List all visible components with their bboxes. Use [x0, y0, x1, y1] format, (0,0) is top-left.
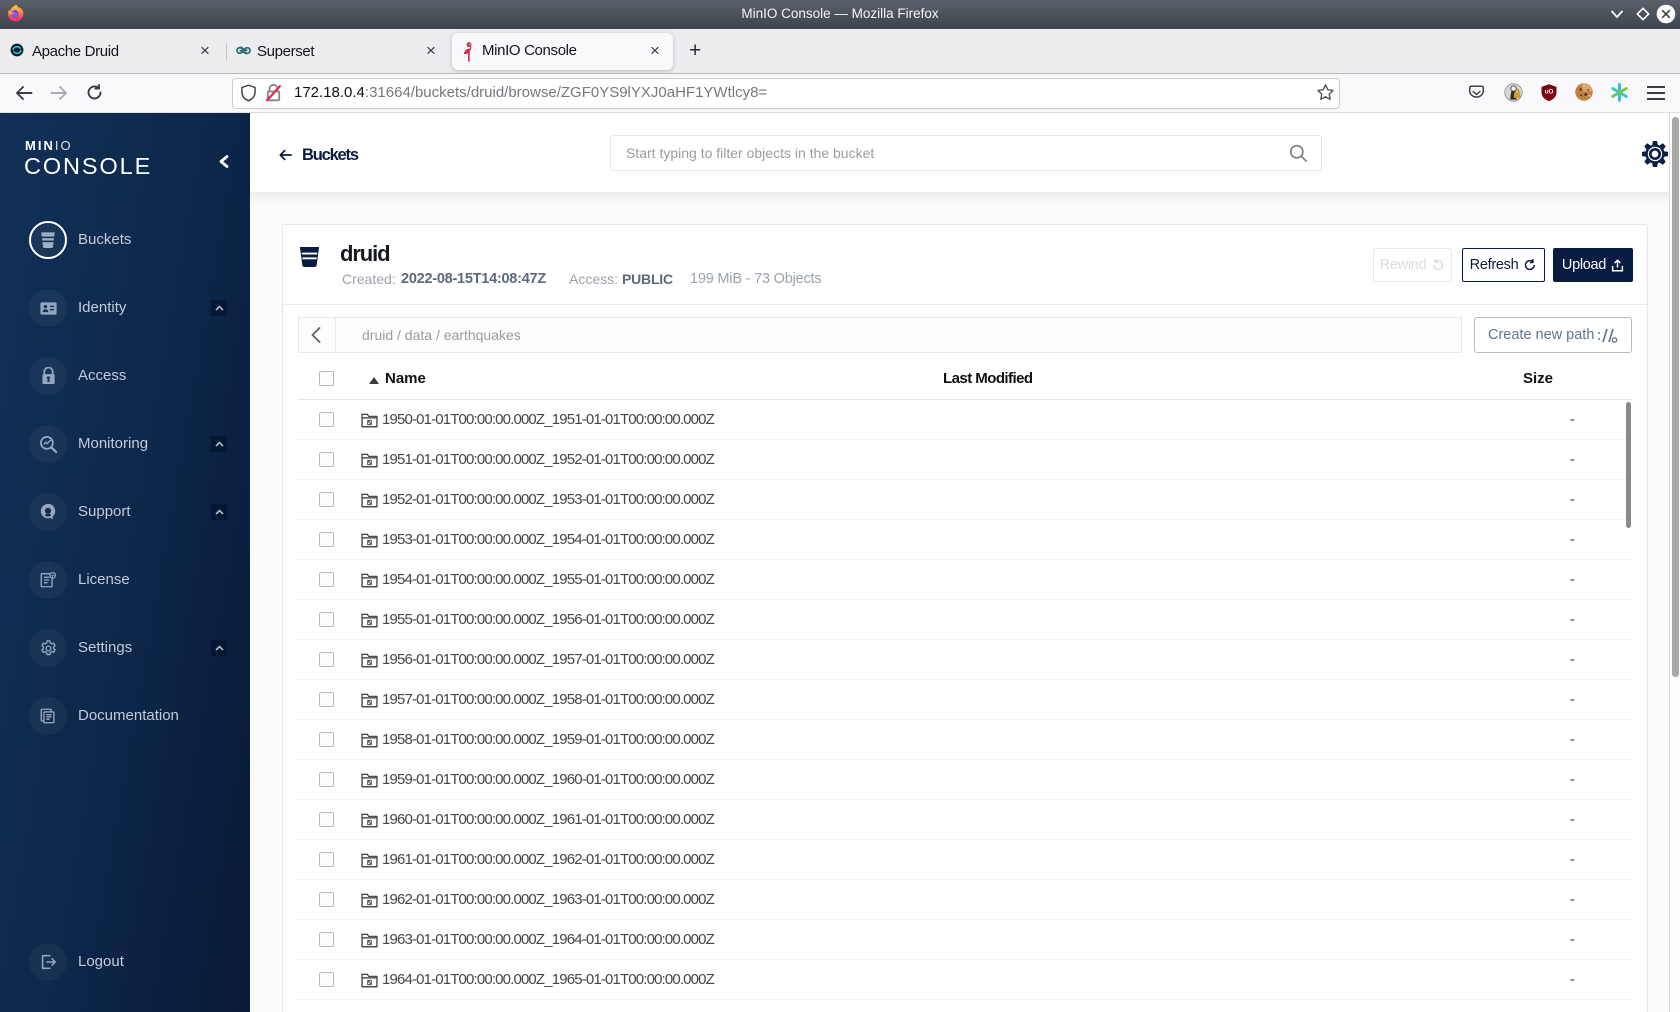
svg-text:uO: uO [1545, 89, 1554, 96]
